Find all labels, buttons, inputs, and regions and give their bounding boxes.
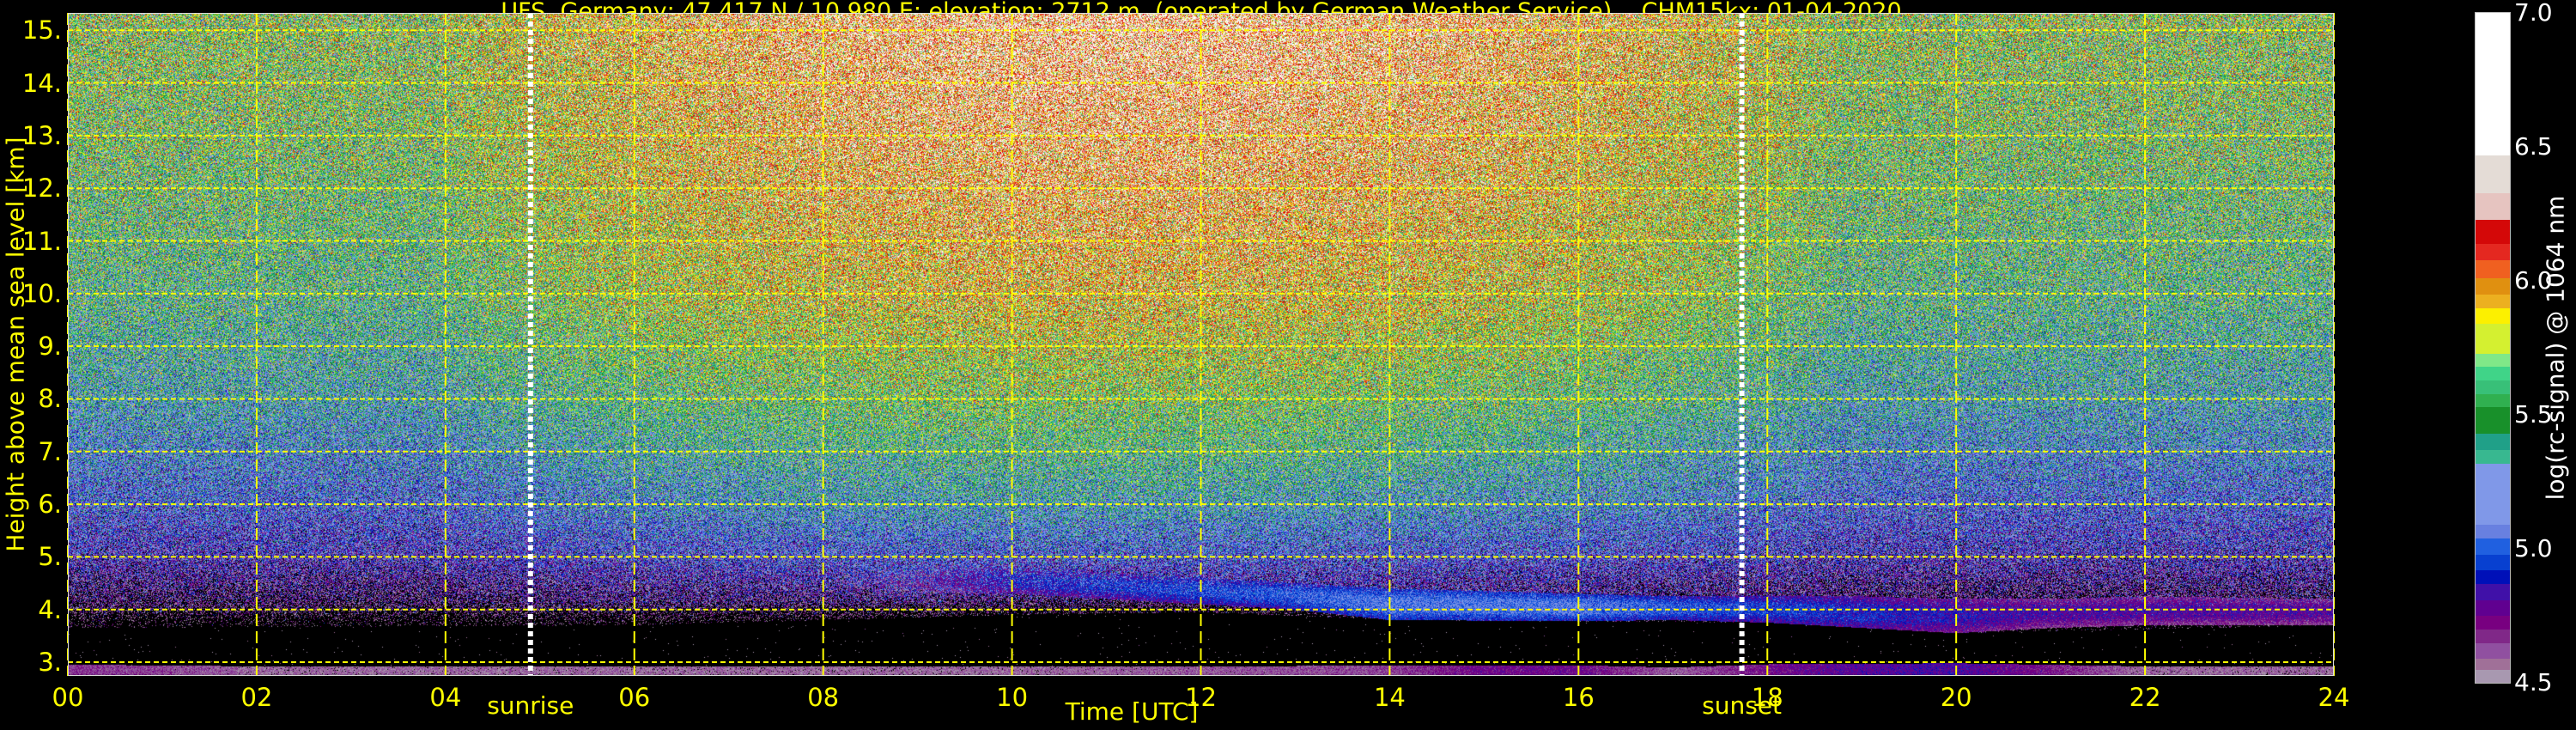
colorbar-band [2476,192,2510,220]
colorbar-tick-label: 7.0 [2514,0,2553,27]
x-tick-label: 24 [2318,683,2350,712]
colorbar-band [2476,307,2510,325]
colorbar-band [2476,524,2510,538]
colorbar-band [2476,463,2510,526]
colorbar-label: log(rc-signal) @ 1064 nm [2541,195,2570,501]
colorbar-band [2476,406,2510,435]
colorbar-band [2476,155,2510,193]
plot-area [67,13,2335,676]
colorbar-band [2476,219,2510,244]
x-tick-label: 14 [1373,683,1406,712]
y-tick-label: 14. [21,68,62,98]
y-tick-label: 15. [21,15,62,46]
colorbar-band [2476,554,2510,571]
colorbar-band [2476,599,2510,617]
y-axis-label: Height above mean sea level [km] [1,137,30,552]
colorbar-band [2476,616,2510,630]
colorbar-band [2476,658,2510,670]
colorbar-band [2476,277,2510,295]
colorbar-band [2476,449,2510,464]
colorbar-tick-label: 6.5 [2514,132,2553,161]
colorbar-band [2476,393,2510,408]
colorbar-band [2476,366,2510,380]
x-tick-label: 06 [618,683,651,712]
colorbar-band [2476,642,2510,660]
colorbar-band [2476,629,2510,643]
colorbar-band [2476,294,2510,308]
x-tick-label: 16 [1562,683,1595,712]
x-tick-label: 00 [52,683,84,712]
colorbar-band [2476,380,2510,394]
colorbar-band [2476,669,2510,684]
colorbar [2475,12,2511,684]
colorbar-band [2476,323,2510,354]
x-tick-label: 22 [2129,683,2161,712]
sunset-label: sunset [1702,691,1782,720]
x-axis-label: Time [UTC] [1065,697,1199,726]
colorbar-band [2476,13,2510,155]
colorbar-band [2476,243,2510,260]
colorbar-band [2476,259,2510,279]
colorbar-tick-label: 4.5 [2514,668,2553,697]
grid-overlay [67,13,2335,676]
y-tick-label: 4. [38,594,62,624]
colorbar-tick-label: 5.0 [2514,534,2553,563]
x-tick-label: 10 [996,683,1029,712]
colorbar-band [2476,433,2510,451]
x-tick-label: 08 [807,683,840,712]
colorbar-band [2476,353,2510,368]
x-tick-label: 20 [1940,683,1972,712]
colorbar-band [2476,569,2510,585]
sunrise-label: sunrise [487,691,574,720]
y-tick-label: 3. [38,648,62,678]
colorbar-band [2476,538,2510,555]
x-tick-label: 02 [240,683,273,712]
colorbar-band [2476,583,2510,600]
